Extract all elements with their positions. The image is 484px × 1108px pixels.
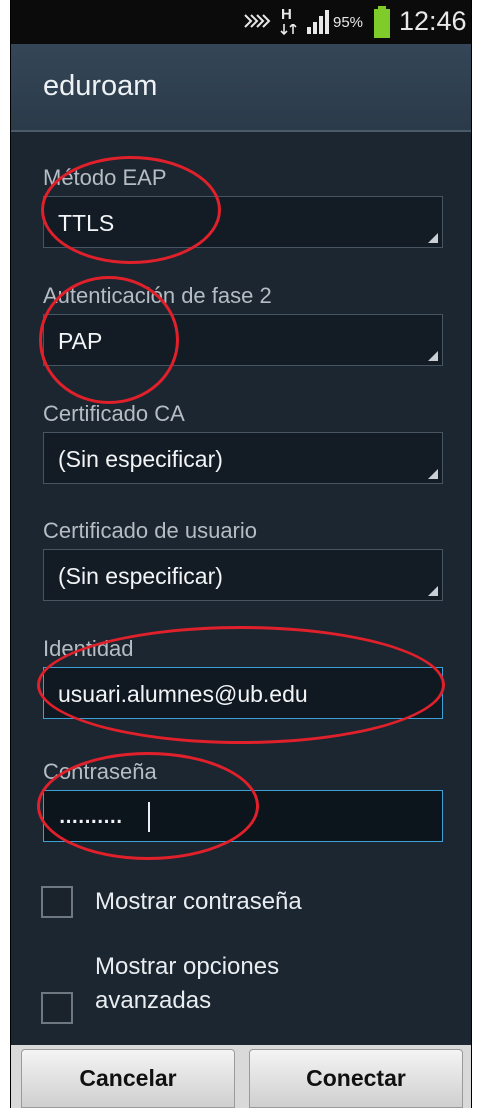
missed-notification-icon: [243, 11, 271, 36]
dropdown-corner-icon: [428, 469, 438, 479]
dropdown-corner-icon: [428, 351, 438, 361]
connect-button[interactable]: Conectar: [249, 1049, 463, 1108]
annotation-oval-phase2: [39, 276, 179, 404]
annotation-oval-identity: [37, 626, 445, 744]
annotation-oval-eap: [41, 156, 221, 264]
show-advanced-label[interactable]: Mostrar opciones avanzadas: [95, 950, 279, 1018]
dialog-header: eduroam: [11, 44, 471, 132]
cancel-button[interactable]: Cancelar: [21, 1049, 235, 1108]
user-certificate-value: (Sin especificar): [58, 563, 223, 589]
user-certificate-label: Certificado de usuario: [43, 518, 258, 543]
show-advanced-checkbox[interactable]: [41, 992, 73, 1024]
annotation-oval-password: [37, 752, 259, 860]
show-password-checkbox[interactable]: [41, 886, 73, 918]
battery-icon: [374, 6, 390, 43]
dropdown-corner-icon: [428, 233, 438, 243]
dialog-title: eduroam: [43, 70, 158, 102]
ca-certificate-label: Certificado CA: [43, 401, 185, 426]
show-password-label[interactable]: Mostrar contraseña: [95, 888, 302, 916]
status-bar: H 95% 12:46: [11, 0, 471, 44]
dropdown-corner-icon: [428, 586, 438, 596]
phone-screen: H 95% 12:46 eduroam Método EAP TTLS Aute…: [10, 0, 472, 1108]
signal-icon: [307, 10, 329, 39]
network-type-text: H: [281, 6, 292, 23]
hspa-data-icon: H: [279, 6, 299, 36]
ca-certificate-select[interactable]: (Sin especificar): [43, 432, 443, 484]
battery-percent: 95%: [333, 14, 364, 31]
button-bar: Cancelar Conectar: [11, 1045, 471, 1108]
clock: 12:46: [399, 6, 467, 36]
ca-certificate-value: (Sin especificar): [58, 446, 223, 472]
show-advanced-label-line1: Mostrar opciones: [95, 953, 280, 980]
user-certificate-select[interactable]: (Sin especificar): [43, 549, 443, 601]
show-advanced-label-line2: avanzadas: [95, 987, 212, 1014]
